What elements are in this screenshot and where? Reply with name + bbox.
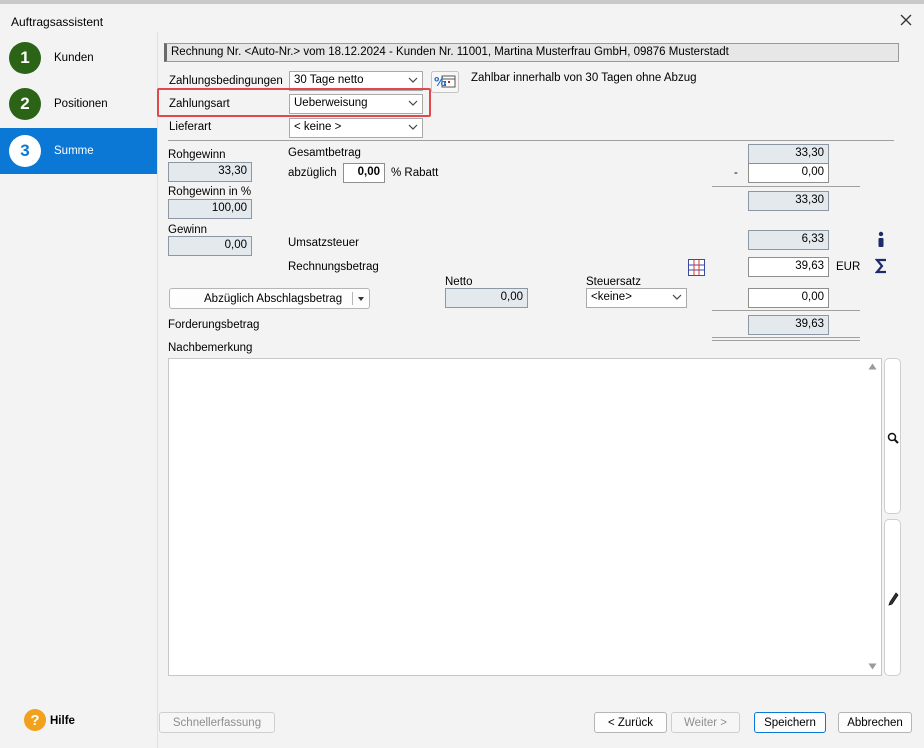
zahlungsbedingungen-value: 30 Tage netto — [294, 74, 364, 86]
zahlungsbedingungen-label: Zahlungsbedingungen — [169, 75, 283, 87]
title-bar: Auftragsassistent — [0, 4, 924, 32]
zahlungsbedingungen-hint: Zahlbar innerhalb von 30 Tagen ohne Abzu… — [471, 72, 697, 84]
forderungsbetrag-label: Forderungsbetrag — [168, 319, 260, 331]
abzueglich-label: abzüglich — [288, 167, 337, 179]
nachbemerkung-label: Nachbemerkung — [168, 342, 253, 354]
magnifier-icon[interactable] — [887, 432, 899, 444]
chevron-down-icon — [408, 124, 418, 130]
steuersatz-value: <keine> — [591, 291, 632, 303]
rohgewinn-label: Rohgewinn — [168, 149, 226, 161]
umsatzsteuer-label: Umsatzsteuer — [288, 237, 359, 249]
rabatt-amount-input[interactable]: 0,00 — [748, 163, 829, 183]
step-number: 2 — [9, 88, 41, 120]
steuersatz-label: Steuersatz — [586, 276, 641, 288]
minus-sign: - — [734, 167, 738, 179]
help-icon[interactable]: ? — [24, 709, 46, 731]
step-summe[interactable]: 3 Summe — [0, 128, 157, 174]
svg-text:%: % — [434, 75, 446, 89]
close-icon[interactable] — [898, 12, 914, 28]
cancel-button[interactable]: Abbrechen — [838, 712, 912, 733]
rohgewinn-field: 33,30 — [168, 162, 252, 182]
back-button[interactable]: < Zurück — [594, 712, 667, 733]
scroll-up-icon[interactable] — [868, 363, 877, 370]
chevron-down-icon — [408, 100, 418, 106]
nachbemerkung-textarea[interactable] — [168, 358, 882, 676]
step-kunden[interactable]: 1 Kunden — [0, 35, 157, 81]
info-icon[interactable] — [875, 231, 887, 249]
window-title: Auftragsassistent — [11, 15, 104, 29]
abschlag-amount-input[interactable]: 0,00 — [748, 288, 829, 308]
zahlungsbedingungen-select[interactable]: 30 Tage netto — [289, 71, 423, 91]
next-button[interactable]: Weiter > — [671, 712, 740, 733]
lieferart-select[interactable]: < keine > — [289, 118, 423, 138]
rabatt-percent-input[interactable]: 0,00 — [343, 163, 385, 183]
chevron-down-icon — [408, 77, 418, 83]
netto-label: Netto — [445, 276, 473, 288]
step-positionen[interactable]: 2 Positionen — [0, 81, 157, 127]
zahlungsart-label: Zahlungsart — [169, 98, 230, 110]
abschlag-button-label: Abzüglich Abschlagsbetrag — [204, 292, 343, 305]
search-panel — [884, 358, 901, 514]
save-button[interactable]: Speichern — [754, 712, 826, 733]
schnellerfassung-button[interactable]: Schnellerfassung — [159, 712, 275, 733]
payment-terms-icon[interactable]: % — [431, 71, 459, 93]
forderung-divider — [712, 310, 860, 311]
umsatzsteuer-field: 6,33 — [748, 230, 829, 250]
rohgewinn-pct-label: Rohgewinn in % — [168, 186, 252, 198]
double-underline-bottom — [712, 340, 860, 341]
double-underline-top — [712, 337, 860, 338]
step-number: 1 — [9, 42, 41, 74]
rechnungsbetrag-label: Rechnungsbetrag — [288, 261, 379, 273]
subtotal-divider — [712, 186, 860, 187]
sigma-icon[interactable] — [875, 258, 888, 274]
step-label: Summe — [54, 145, 94, 157]
split-divider — [352, 292, 353, 305]
zahlungsart-select[interactable]: Ueberweisung — [289, 94, 423, 114]
rechnungsbetrag-input[interactable]: 39,63 — [748, 257, 829, 277]
scroll-down-icon[interactable] — [868, 663, 877, 670]
netto-field: 0,00 — [445, 288, 528, 308]
gesamtbetrag-label: Gesamtbetrag — [288, 147, 361, 159]
step-label: Kunden — [54, 52, 94, 64]
zahlungsart-value: Ueberweisung — [294, 97, 368, 109]
gewinn-label: Gewinn — [168, 224, 207, 236]
gewinn-field: 0,00 — [168, 236, 252, 256]
section-divider — [168, 140, 894, 141]
steuersatz-select[interactable]: <keine> — [586, 288, 687, 308]
nachbemerkung-scrollbar[interactable] — [864, 359, 881, 675]
rabatt-label: % Rabatt — [391, 167, 439, 179]
caret-down-icon — [358, 297, 364, 301]
gesamtbetrag-field: 33,30 — [748, 144, 829, 164]
step-number: 3 — [9, 135, 41, 167]
chevron-down-icon — [672, 294, 682, 300]
calculator-icon[interactable] — [688, 259, 705, 276]
currency-label: EUR — [836, 261, 861, 273]
subtotal-field: 33,30 — [748, 191, 829, 211]
rohgewinn-pct-field: 100,00 — [168, 199, 252, 219]
lieferart-label: Lieferart — [169, 121, 212, 133]
step-label: Positionen — [54, 98, 108, 110]
pencil-icon[interactable] — [888, 592, 899, 606]
edit-panel — [884, 519, 901, 676]
forderungsbetrag-field: 39,63 — [748, 315, 829, 335]
help-link[interactable]: Hilfe — [50, 715, 75, 727]
lieferart-value: < keine > — [294, 121, 342, 133]
document-info-line: Rechnung Nr. <Auto-Nr.> vom 18.12.2024 -… — [164, 43, 899, 62]
abzueglich-abschlagsbetrag-button[interactable]: Abzüglich Abschlagsbetrag — [169, 288, 370, 309]
